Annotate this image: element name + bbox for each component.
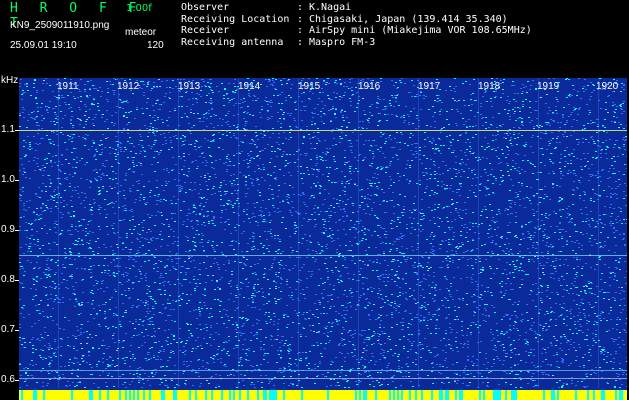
- info-value: Maspro FM-3: [309, 36, 376, 48]
- x-tick-label: 1911: [57, 81, 79, 92]
- info-separator: :: [297, 36, 304, 48]
- count-label: 120: [147, 40, 164, 51]
- info-row-location: Receiving Location: Chigasaki, Japan (139…: [181, 14, 532, 26]
- info-separator: :: [297, 13, 304, 25]
- y-tick-label: 0.9: [1, 224, 15, 235]
- info-separator: :: [297, 25, 304, 36]
- info-value: AirSpy mini (Miakejima VOR 108.65MHz): [309, 25, 532, 36]
- info-row-receiver: Receiver: AirSpy mini (Miakejima VOR 108.…: [181, 25, 532, 37]
- info-key: Receiving Location: [181, 13, 290, 25]
- y-tick-label: 1.1: [1, 124, 15, 135]
- mode-label: meteor: [125, 27, 157, 38]
- header-left-panel: H R O F F T 1.00f KN9_2509011910.png met…: [8, 0, 168, 58]
- info-row-observer: Observer: K.Nagai: [181, 2, 532, 14]
- y-unit-label: kHz: [1, 75, 19, 86]
- y-tick-label: 0.6: [1, 374, 15, 385]
- station-info: Observer: K.Nagai Receiving Location: Chig…: [181, 2, 532, 48]
- x-tick-label: 1918: [478, 81, 501, 92]
- x-tick-label: 1915: [298, 81, 321, 92]
- x-tick-label: 1913: [178, 81, 201, 92]
- info-value: Chigasaki, Japan (139.414 35.340): [309, 13, 508, 25]
- info-value: K.Nagai: [309, 2, 352, 13]
- spectrogram-canvas: [19, 78, 627, 400]
- y-tick-label: 1.0: [1, 174, 15, 185]
- info-key: Receiving antenna: [181, 36, 284, 48]
- app-version: 1.00f: [126, 3, 152, 14]
- info-key: Observer: [181, 2, 230, 13]
- x-tick-label: 1916: [358, 81, 381, 92]
- x-tick-label: 1920: [596, 81, 619, 92]
- y-tick-label: 0.8: [1, 274, 15, 285]
- filename-label: KN9_2509011910.png: [10, 20, 110, 31]
- x-tick-label: 1914: [238, 81, 261, 92]
- datetime-label: 25.09.01 19:10: [10, 40, 77, 51]
- spectrogram-plot: [19, 78, 627, 400]
- y-tick-label: 0.7: [1, 324, 15, 335]
- info-key: Receiver: [181, 25, 230, 36]
- info-separator: :: [297, 2, 304, 13]
- x-tick-label: 1917: [418, 81, 441, 92]
- x-tick-label: 1919: [537, 81, 560, 92]
- x-tick-label: 1912: [117, 81, 140, 92]
- info-row-antenna: Receiving antenna: Maspro FM-3: [181, 37, 532, 49]
